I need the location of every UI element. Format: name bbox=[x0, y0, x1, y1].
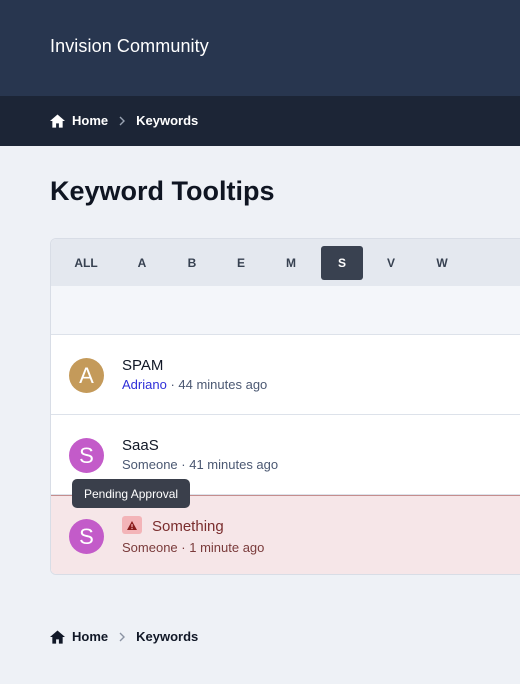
tab-b[interactable]: B bbox=[171, 246, 213, 280]
item-time: 41 minutes ago bbox=[189, 457, 279, 472]
tab-m[interactable]: M bbox=[270, 246, 312, 280]
tab-v[interactable]: V bbox=[370, 246, 412, 280]
breadcrumb-footer: Home Keywords bbox=[50, 629, 198, 644]
home-icon[interactable] bbox=[50, 629, 65, 644]
breadcrumb: Home Keywords bbox=[50, 113, 198, 128]
item-meta: Someone · 41 minutes ago bbox=[122, 457, 278, 472]
item-author: Someone bbox=[122, 540, 178, 555]
list-item[interactable]: A SPAM Adriano · 44 minutes ago bbox=[51, 335, 520, 415]
chevron-right-icon bbox=[119, 116, 126, 125]
item-title[interactable]: SPAM bbox=[122, 357, 163, 374]
letter-tabs: ALL A B E M S V W bbox=[51, 239, 520, 286]
breadcrumb-current[interactable]: Keywords bbox=[136, 113, 198, 128]
breadcrumb-home[interactable]: Home bbox=[72, 113, 108, 128]
site-header: Invision Community bbox=[0, 0, 520, 96]
avatar[interactable]: A bbox=[69, 358, 104, 393]
item-meta: Someone · 1 minute ago bbox=[122, 540, 264, 555]
item-author: Someone bbox=[122, 457, 178, 472]
breadcrumb-home[interactable]: Home bbox=[72, 629, 108, 644]
author-link[interactable]: Adriano bbox=[122, 377, 167, 392]
tab-a[interactable]: A bbox=[121, 246, 163, 280]
tab-w[interactable]: W bbox=[421, 246, 463, 280]
tab-e[interactable]: E bbox=[220, 246, 262, 280]
page-title: Keyword Tooltips bbox=[50, 176, 275, 206]
warning-icon[interactable] bbox=[122, 516, 142, 534]
avatar[interactable]: S bbox=[69, 438, 104, 473]
item-title[interactable]: SaaS bbox=[122, 437, 159, 454]
tab-s[interactable]: S bbox=[321, 246, 363, 280]
item-meta: Adriano · 44 minutes ago bbox=[122, 377, 267, 392]
site-title[interactable]: Invision Community bbox=[50, 36, 209, 57]
chevron-right-icon bbox=[119, 632, 126, 641]
item-title[interactable]: Something bbox=[152, 518, 224, 535]
avatar[interactable]: S bbox=[69, 519, 104, 554]
home-icon[interactable] bbox=[50, 113, 65, 128]
keyword-panel: ALL A B E M S V W A SPAM Adriano · 44 mi… bbox=[50, 238, 520, 575]
filter-strip bbox=[51, 286, 520, 335]
pending-approval-tooltip: Pending Approval bbox=[72, 479, 191, 508]
tab-all[interactable]: ALL bbox=[63, 246, 109, 280]
breadcrumb-current[interactable]: Keywords bbox=[136, 629, 198, 644]
item-time: 44 minutes ago bbox=[178, 377, 268, 392]
item-time: 1 minute ago bbox=[189, 540, 265, 555]
